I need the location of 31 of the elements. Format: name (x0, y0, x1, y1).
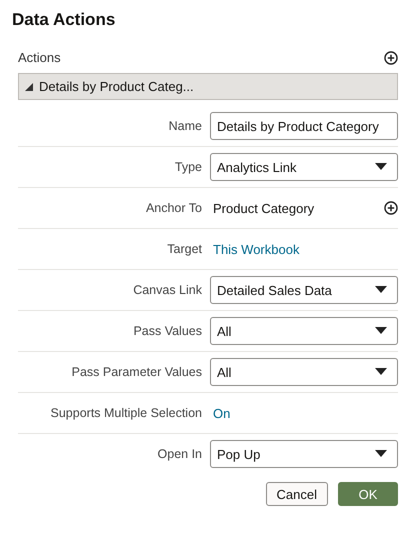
field-label: Open In (156, 447, 202, 461)
caret-icon (375, 286, 387, 294)
section-label: Actions (18, 50, 61, 65)
caret-icon (375, 368, 387, 376)
dropdown[interactable]: Detailed Sales Data (210, 276, 398, 304)
field-label: Type (174, 160, 202, 174)
add-icon[interactable] (384, 50, 398, 64)
dropdown[interactable]: All (210, 358, 398, 386)
dropdown[interactable]: Analytics Link (210, 153, 398, 181)
dropdown[interactable]: Pop Up (210, 440, 398, 468)
ok-button[interactable]: OK (338, 482, 398, 506)
field-label: Pass Values (132, 324, 202, 338)
dropdown[interactable]: All (210, 317, 398, 345)
field-label: Target (166, 242, 202, 256)
field-label: Anchor To (144, 201, 202, 215)
field-value: Product Category (213, 200, 314, 216)
tree-item[interactable]: Details by Product Categ... (18, 73, 398, 100)
field-label: Canvas Link (132, 283, 202, 297)
caret-icon (375, 327, 387, 335)
caret-icon (375, 163, 387, 171)
field-label: Supports Multiple Selection (50, 406, 202, 420)
name-field[interactable]: Details by Product Category (210, 112, 398, 140)
value-link[interactable]: On (210, 406, 230, 420)
field-label: Pass Parameter Values (70, 365, 202, 379)
caret-icon (375, 450, 387, 458)
dialog-title: Data Actions (12, 10, 116, 30)
value-link[interactable]: This Workbook (210, 242, 300, 256)
field-label: Name (168, 119, 202, 133)
add-icon[interactable] (384, 201, 398, 215)
expand-icon[interactable] (25, 82, 33, 90)
cancel-button[interactable]: Cancel (266, 482, 328, 506)
